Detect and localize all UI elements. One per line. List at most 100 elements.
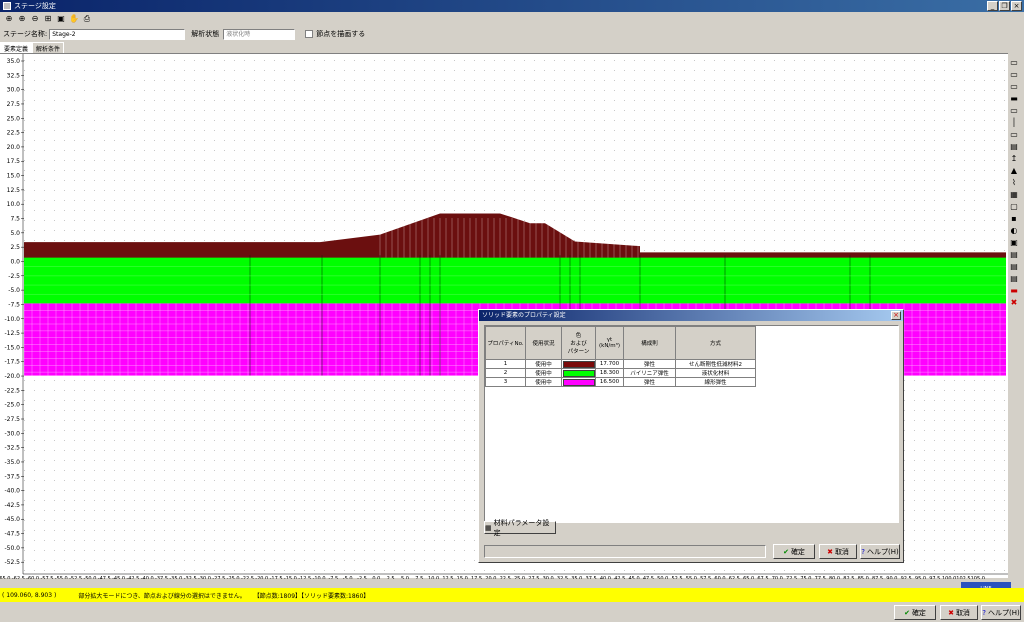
y-tick-label: -32.5 bbox=[4, 445, 20, 452]
node-move-icon[interactable]: ▭ bbox=[1008, 70, 1020, 81]
dialog-help-button[interactable]: ? ヘルプ(H) bbox=[860, 544, 900, 559]
restore-button[interactable]: ❐ bbox=[999, 1, 1010, 11]
embankment-layer[interactable] bbox=[24, 213, 1006, 258]
x-tick-label: 87.5 bbox=[872, 576, 883, 579]
property-table-area: プロパティNo. 使用状況 色 および パターン γt (kN/m³) 構成則 … bbox=[484, 325, 899, 523]
x-tick-label: 12.5 bbox=[442, 576, 453, 579]
header-constitutive: 構成則 bbox=[623, 326, 676, 360]
tab-element-definition[interactable]: 要素定義 bbox=[0, 42, 33, 53]
tab-analysis-conditions[interactable]: 解析条件 bbox=[32, 42, 65, 53]
header-property-no: プロパティNo. bbox=[485, 326, 526, 360]
material-icon[interactable]: ▤ bbox=[1008, 250, 1020, 261]
property-dialog: ソリッド要素のプロパティ設定 × プロパティNo. 使用状況 色 および パター… bbox=[478, 309, 904, 563]
x-tick-label: 55.0 bbox=[686, 576, 697, 579]
property-row[interactable]: 2 使用中 18.300 バイリニア弾性 液状化材料 bbox=[485, 368, 756, 378]
y-tick-label: 20.0 bbox=[7, 144, 21, 151]
y-tick-label: -10.0 bbox=[4, 316, 20, 323]
x-tick-label: 10.0 bbox=[428, 576, 439, 579]
title-bar: ステージ設定 _ ❐ × bbox=[0, 0, 1024, 12]
solid-icon[interactable]: ▢ bbox=[1008, 202, 1020, 213]
header-color: 色 および パターン bbox=[561, 326, 596, 360]
load-icon[interactable]: ▲ bbox=[1008, 166, 1020, 177]
y-tick-label: 0.0 bbox=[10, 258, 20, 265]
y-tick-label: -37.5 bbox=[4, 473, 20, 480]
print-icon[interactable]: ⎙ bbox=[81, 13, 93, 25]
zoom-fit-icon[interactable]: ⊕ bbox=[3, 13, 15, 25]
x-tick-label: 92.5 bbox=[901, 576, 912, 579]
x-tick-label: -32.5 bbox=[184, 576, 197, 579]
dialog-title-bar: ソリッド要素のプロパティ設定 × bbox=[479, 310, 903, 321]
y-tick-label: -40.0 bbox=[4, 488, 20, 495]
node-delete-icon[interactable]: ▭ bbox=[1008, 82, 1020, 93]
boundary-icon[interactable]: ▤ bbox=[1008, 142, 1020, 153]
y-tick-label: 2.5 bbox=[10, 244, 20, 251]
x-tick-label: 20.0 bbox=[485, 576, 496, 579]
stage-name-input[interactable]: Stage-2 bbox=[49, 28, 186, 40]
cell-no: 3 bbox=[485, 377, 526, 387]
color-swatch[interactable] bbox=[562, 378, 595, 386]
cell-no: 2 bbox=[485, 368, 526, 378]
x-tick-label: -27.5 bbox=[212, 576, 225, 579]
cancel-button[interactable]: ✖ 取消 bbox=[940, 605, 978, 620]
ok-button[interactable]: ✔ 確定 bbox=[894, 605, 936, 620]
property-table: プロパティNo. 使用状況 色 および パターン γt (kN/m³) 構成則 … bbox=[485, 326, 756, 387]
grid-zoom-icon[interactable]: ⊞ bbox=[42, 13, 54, 25]
x-tick-label: -12.5 bbox=[298, 576, 311, 579]
cell-status: 使用中 bbox=[525, 359, 562, 369]
x-tick-label: 70.0 bbox=[772, 576, 783, 579]
x-tick-label: 72.5 bbox=[786, 576, 797, 579]
x-tick-label: -45.0 bbox=[112, 576, 125, 579]
help-button[interactable]: ? ヘルプ(H) bbox=[981, 605, 1021, 620]
element-add-icon[interactable]: ▬ bbox=[1008, 94, 1020, 105]
y-tick-label: -52.5 bbox=[4, 559, 20, 566]
check-icon[interactable]: ✖ bbox=[1008, 298, 1020, 309]
node-draw-checkbox[interactable] bbox=[305, 30, 314, 38]
x-tick-label: 67.5 bbox=[757, 576, 768, 579]
dialog-close-button[interactable]: × bbox=[891, 311, 901, 320]
x-tick-label: 22.5 bbox=[500, 576, 511, 579]
minimize-button[interactable]: _ bbox=[987, 1, 998, 11]
x-tick-label: 47.5 bbox=[643, 576, 654, 579]
delete-icon[interactable]: ▬ bbox=[1008, 286, 1020, 297]
water-level-icon[interactable]: ↥ bbox=[1008, 154, 1020, 165]
zoom-out-icon[interactable]: ⊖ bbox=[29, 13, 41, 25]
cell-law: バイリニア弾性 bbox=[623, 368, 676, 378]
fixed-icon[interactable]: ▦ bbox=[1008, 190, 1020, 201]
y-tick-label: -45.0 bbox=[4, 516, 20, 523]
analysis-state-select[interactable]: 液状化時 bbox=[223, 28, 296, 40]
beam-icon[interactable]: ▪ bbox=[1008, 214, 1020, 225]
color-swatch[interactable] bbox=[562, 369, 595, 377]
zoom-in-icon[interactable]: ⊕ bbox=[16, 13, 28, 25]
joint-icon[interactable]: ◐ bbox=[1008, 226, 1020, 237]
element-delete-icon[interactable]: │ bbox=[1008, 118, 1020, 129]
element-divide-icon[interactable]: ▭ bbox=[1008, 106, 1020, 117]
y-tick-label: 30.0 bbox=[7, 87, 21, 94]
y-tick-label: -2.5 bbox=[8, 273, 20, 280]
layer-icon[interactable]: ▤ bbox=[1008, 262, 1020, 273]
node-add-icon[interactable]: ▭ bbox=[1008, 58, 1020, 69]
x-tick-label: 32.5 bbox=[557, 576, 568, 579]
cell-method: せん断剛性低減材料2 bbox=[675, 359, 756, 369]
check-icon: ✔ bbox=[904, 608, 910, 617]
stage-name-label: ステージ名称 bbox=[3, 30, 45, 38]
cross-icon: ✖ bbox=[827, 547, 833, 556]
property-row[interactable]: 3 使用中 16.500 弾性 線形弾性 bbox=[485, 377, 756, 387]
close-button[interactable]: × bbox=[1011, 1, 1022, 11]
x-tick-label: 62.5 bbox=[729, 576, 740, 579]
line-icon[interactable]: ▭ bbox=[1008, 130, 1020, 141]
help-icon: ? bbox=[861, 547, 865, 556]
y-tick-label: -42.5 bbox=[4, 502, 20, 509]
dialog-ok-button[interactable]: ✔ 確定 bbox=[773, 544, 815, 559]
truss-icon[interactable]: ▣ bbox=[1008, 238, 1020, 249]
soil-layer-2[interactable] bbox=[24, 255, 1006, 304]
dialog-cancel-button[interactable]: ✖ 取消 bbox=[819, 544, 857, 559]
x-tick-label: 105.0 bbox=[971, 576, 985, 579]
material-parameter-button[interactable]: ▦ 材料パラメータ設定 bbox=[484, 519, 556, 537]
x-tick-label: -35.0 bbox=[169, 576, 182, 579]
property-row[interactable]: 1 使用中 17.700 弾性 せん断剛性低減材料2 bbox=[485, 359, 756, 369]
pan-hand-icon[interactable]: ✋ bbox=[68, 13, 80, 25]
color-swatch[interactable] bbox=[562, 360, 595, 368]
property-icon[interactable]: ▤ bbox=[1008, 274, 1020, 285]
spring-icon[interactable]: ⌇ bbox=[1008, 178, 1020, 189]
window-zoom-icon[interactable]: ▣ bbox=[55, 13, 67, 25]
